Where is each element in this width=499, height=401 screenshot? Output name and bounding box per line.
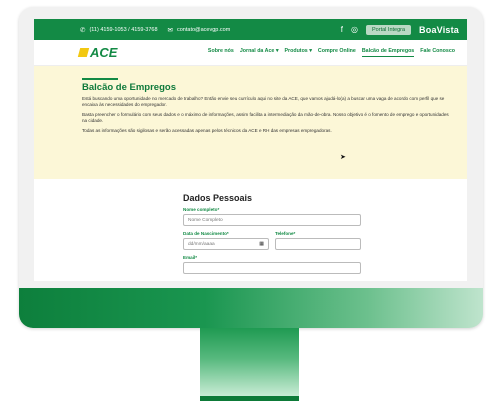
phone-contact[interactable]: ✆ (11) 4159-1053 / 4159-3768 [80,26,158,34]
intro-paragraph-2: Basta preencher o formulário com seus da… [82,112,449,123]
logo-mark-icon [77,48,90,57]
email-label: Email* [183,255,198,260]
portal-integra-button[interactable]: Portal Integra [366,24,412,35]
monitor-stand-base [200,396,299,401]
email-text: contato@acevgp.com [177,26,231,33]
phone-label: Telefone* [275,231,296,236]
instagram-icon[interactable]: ◎ [351,25,358,34]
nav-menu: Sobre nós Jornal da Ace ▾ Produtos ▾ Com… [202,48,455,57]
nav-item-balcao[interactable]: Balcão de Empregos [361,48,415,57]
birth-date-input[interactable]: dd/mm/aaaa ▦ [183,238,269,250]
logo-text: ACE [90,45,118,60]
phone-input[interactable] [275,238,361,250]
email-input[interactable] [183,262,361,274]
phone-text: (11) 4159-1053 / 4159-3768 [89,26,158,33]
application-form: Dados Pessoais Nome completo* Nome Compl… [34,179,467,274]
intro-paragraph-3: Todas as informações são sigilosas e ser… [82,128,332,134]
email-contact[interactable]: ✉ contato@acevgp.com [168,26,231,34]
nav-item-compre[interactable]: Compre Online [318,48,356,57]
main-navigation: ACE Sobre nós Jornal da Ace ▾ Produtos ▾… [34,40,467,66]
page-title: Balcão de Empregos [82,82,176,93]
ace-logo[interactable]: ACE [77,45,118,60]
name-placeholder: Nome Completo [188,217,223,223]
mail-icon: ✉ [167,26,173,34]
nav-item-jornal[interactable]: Jornal da Ace ▾ [240,48,279,57]
monitor-stand [200,328,299,396]
phone-icon: ✆ [80,26,86,34]
intro-section: Balcão de Empregos Está buscando uma opo… [34,66,467,179]
top-contact-bar: ✆ (11) 4159-1053 / 4159-3768 ✉ contato@a… [34,19,467,40]
monitor-frame: ✆ (11) 4159-1053 / 4159-3768 ✉ contato@a… [19,7,483,328]
birth-placeholder: dd/mm/aaaa [188,241,215,247]
boavista-logo[interactable]: BoaVista [419,25,459,35]
form-section-title: Dados Pessoais [183,193,253,203]
mouse-cursor-icon: ➤ [340,154,346,161]
title-accent-rule [82,78,118,80]
nav-item-produtos[interactable]: Produtos ▾ [285,48,312,57]
facebook-icon[interactable]: f [341,25,343,34]
nav-item-sobre[interactable]: Sobre nós [208,48,234,57]
name-input[interactable]: Nome Completo [183,214,361,226]
calendar-icon[interactable]: ▦ [259,241,264,247]
nav-item-fale[interactable]: Fale Conosco [420,48,455,57]
name-label: Nome completo* [183,207,220,212]
intro-paragraph-1: Está buscando uma oportunidade no mercad… [82,96,445,107]
birth-label: Data de Nascimento* [183,231,229,236]
monitor-bezel [19,288,483,328]
browser-screen: ✆ (11) 4159-1053 / 4159-3768 ✉ contato@a… [34,19,467,281]
